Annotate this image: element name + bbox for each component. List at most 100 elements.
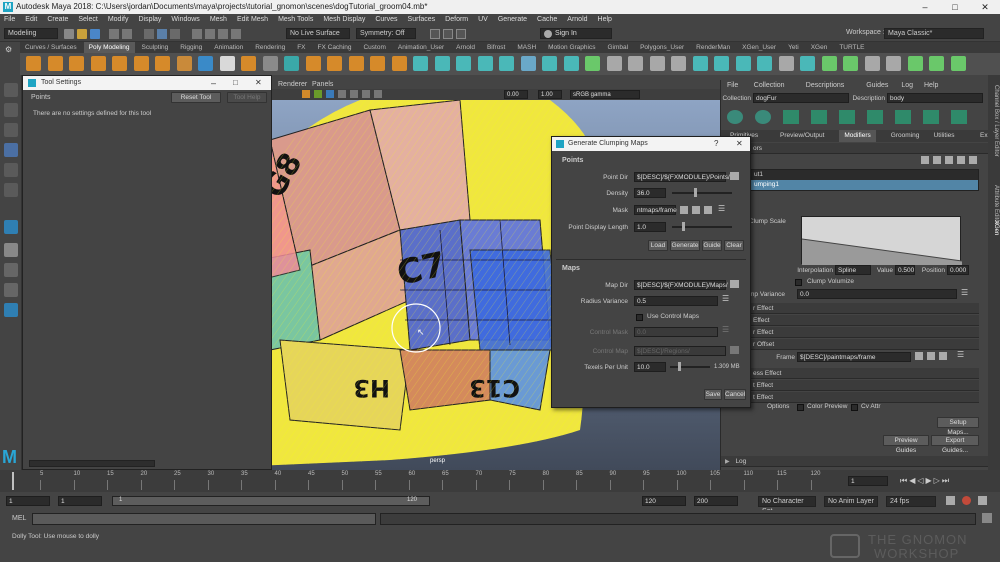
shelf-tool-icon[interactable] [821,56,837,71]
texels-slider[interactable] [670,366,710,368]
shelf-tool-icon[interactable] [391,56,407,71]
mel-input[interactable] [32,513,376,525]
xgen-tab-grooming[interactable]: Grooming [886,130,925,142]
shelf-tool-icon[interactable] [499,56,514,71]
density-slider[interactable] [672,192,732,194]
new-scene-icon[interactable] [64,29,74,39]
shelf-tool-icon[interactable] [477,56,493,71]
mode-dropdown[interactable]: Modeling [4,28,58,39]
paint-icon[interactable] [927,352,935,360]
lights-icon[interactable] [350,90,358,98]
lasso-tool-icon[interactable] [4,103,18,117]
point-dir-folder-icon[interactable] [730,172,739,180]
current-time-marker[interactable] [12,472,14,490]
frame-path-field[interactable]: $[DESC]/paintmaps/frame [797,352,911,362]
colorspace-dropdown[interactable]: sRGB gamma [570,90,640,99]
tool-settings-scrollbar[interactable] [29,460,155,467]
menu-item-create[interactable]: Create [47,14,68,26]
clump-volumize-checkbox[interactable] [795,279,802,286]
current-frame-field[interactable]: 1 [848,476,888,486]
select-object-icon[interactable] [157,29,167,39]
menu-item-windows[interactable]: Windows [171,14,199,26]
modifier-item-selected[interactable]: umping1 [750,180,978,190]
export-guides-button[interactable]: Export Guides... [931,435,979,454]
interpolation-dropdown[interactable]: Spline [835,265,871,275]
renderer-menu[interactable]: Renderer [278,81,307,88]
menu-item-display[interactable]: Display [138,14,161,26]
xgen-menu-guides[interactable]: Guides [866,82,888,89]
shelf-tab[interactable]: Motion Graphics [543,42,600,53]
shelf-tab[interactable]: FX Caching [313,42,357,53]
shelf-tool-icon[interactable] [434,56,450,71]
add-modifier-icon[interactable] [921,156,929,164]
smooth-shade-icon[interactable] [326,90,334,98]
create-description-icon[interactable] [727,110,743,124]
snap-point-icon[interactable] [218,29,228,39]
clump-variance-field[interactable]: 0.0 [797,289,957,299]
menu-item-select[interactable]: Select [78,14,97,26]
select-tool-icon[interactable] [4,83,18,97]
density-slider-handle[interactable] [694,188,697,197]
shelf-tool-icon[interactable] [886,56,901,71]
delete-modifier-icon[interactable] [957,156,965,164]
channel-box-tab[interactable]: Channel Box / Layer Editor [989,85,999,175]
shelf-tool-icon[interactable] [69,56,84,71]
point-dir-field[interactable]: $[DESC]/${FXMODULE}/Points/ [634,172,730,182]
shelf-tool-icon[interactable] [133,56,149,71]
move-guide-icon[interactable] [811,110,827,124]
control-mask-menu-icon[interactable]: ☰ [722,325,729,334]
layout-stack-icon[interactable] [4,283,18,297]
clear-button[interactable]: Clear [724,240,744,251]
preferences-icon[interactable] [978,496,987,505]
menu-item-mesh[interactable]: Mesh [210,14,227,26]
sculpt-guide-icon[interactable] [839,110,855,124]
tool-settings-maximize-button[interactable]: □ [233,76,238,90]
preview-guides-button[interactable]: Preview Guides [883,435,929,454]
guide-rebuild-icon[interactable] [923,110,939,124]
pdl-slider[interactable] [672,226,732,228]
section-effect-1[interactable]: r Effect [749,303,979,314]
shelf-tab[interactable]: Animation_User [393,42,449,53]
shelf-tab[interactable]: Yeti [783,42,804,53]
move-up-icon[interactable] [933,156,941,164]
use-control-maps-checkbox[interactable] [636,314,643,321]
map-dir-field[interactable]: $[DESC]/${FXMODULE}/Maps/ [634,280,728,290]
shelf-tool-icon[interactable] [112,56,127,71]
shelf-tab[interactable]: Gimbal [602,42,633,53]
value-field[interactable]: 0.500 [895,265,915,275]
menu-item-edit-mesh[interactable]: Edit Mesh [237,14,268,26]
workspace-dropdown[interactable]: Maya Classic* [884,28,984,39]
shelf-tool-icon[interactable] [262,56,278,71]
control-mask-field[interactable]: 0.0 [634,327,718,337]
shelf-tool-icon[interactable] [413,56,428,71]
open-scene-icon[interactable] [77,29,87,39]
create-primitive-icon[interactable] [755,110,771,124]
play-forward-icon[interactable]: ▶ [926,476,934,485]
scene-start-field[interactable]: 1 [6,496,50,506]
snap-grid-icon[interactable] [192,29,202,39]
shelf-tool-icon[interactable] [735,56,751,71]
shelf-tool-icon[interactable] [950,56,966,71]
guide-xform-icon[interactable] [951,110,967,124]
cancel-button[interactable]: Cancel [724,389,746,400]
shelf-tool-icon[interactable] [757,56,772,71]
tool-settings-close-button[interactable]: ✕ [255,76,262,90]
mask-field[interactable]: ntmaps/frame [634,205,677,215]
section-effect-4[interactable]: ess Effect [749,368,979,379]
menu-item-edit[interactable]: Edit [25,14,37,26]
section-effect-5[interactable]: t Effect [749,380,979,391]
shelf-tool-icon[interactable] [843,56,858,71]
shelf-tool-icon[interactable] [563,56,579,71]
select-component-icon[interactable] [170,29,180,39]
radius-menu-icon[interactable]: ☰ [722,294,729,303]
shelf-tool-icon[interactable] [176,56,192,71]
sign-in-button[interactable]: Sign In [540,28,612,39]
layout-four-icon[interactable] [4,243,18,257]
shelf-tab[interactable]: Bifrost [482,42,510,53]
pdl-slider-handle[interactable] [682,222,685,231]
shelf-tool-icon[interactable] [327,56,342,71]
collection-dropdown[interactable]: dogFur [753,93,849,103]
play-back-icon[interactable]: ◁ [917,476,925,485]
texels-per-unit-field[interactable]: 10.0 [634,362,666,372]
playback-start-field[interactable]: 1 [58,496,102,506]
